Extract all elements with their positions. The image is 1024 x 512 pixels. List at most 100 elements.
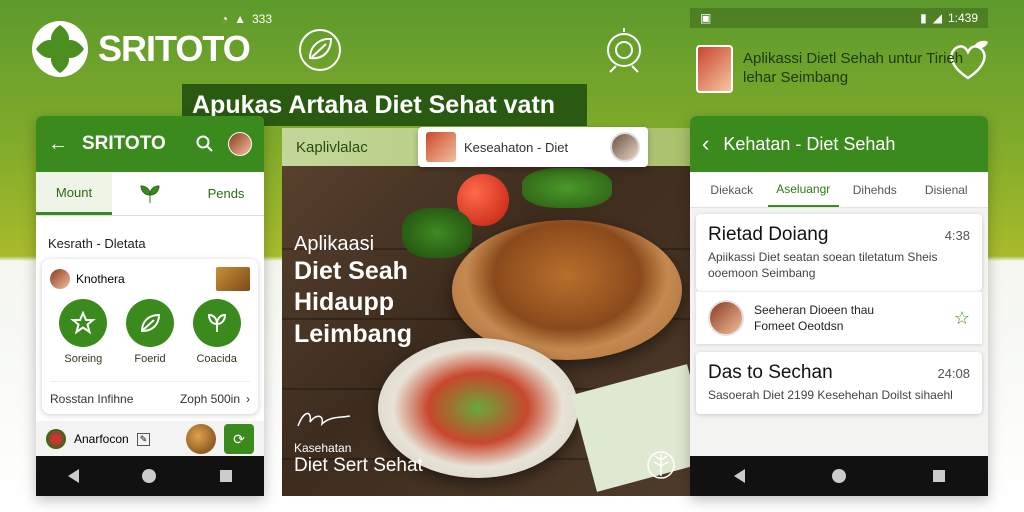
refresh-icon: ⟳	[233, 430, 245, 447]
signature-icon	[297, 412, 351, 427]
leaf-badge-icon	[299, 29, 341, 71]
leaf-badge-icon	[647, 451, 675, 479]
back-arrow-icon[interactable]: ←	[48, 133, 68, 156]
card-time: 4:38	[944, 228, 970, 243]
article-card[interactable]: Rietad Doiang 4:38 Apiikassi Diet seatan…	[696, 214, 982, 292]
card-title: Das to Sechan	[708, 362, 833, 384]
app-bar-title: SRITOTO	[82, 133, 166, 154]
category-label: Soreing	[64, 353, 103, 365]
article-card[interactable]: Das to Sechan 24:08 Sasoerah Diet 2199 K…	[696, 352, 982, 414]
hero-footer: Kasehatan Diet Sert Sehat	[294, 408, 423, 477]
tab-leaf[interactable]	[112, 172, 188, 215]
list-item-title: Seeheran Dioeen thau	[754, 303, 875, 317]
food-thumbnail	[186, 424, 216, 454]
card-time: 24:08	[937, 366, 970, 382]
tab-pends[interactable]: Pends	[188, 172, 264, 215]
nav-home-icon[interactable]	[831, 469, 846, 483]
card-title: Rietad Doiang	[708, 224, 829, 245]
footer-label: Rosstan Infihne	[50, 392, 134, 406]
nav-home-icon[interactable]	[142, 469, 157, 483]
right-phone-screen: ‹ Kehatan - Diet Sehah Diekack Aseluangr…	[690, 116, 988, 496]
nav-back-icon[interactable]	[67, 469, 79, 483]
category-label: Coacida	[196, 353, 237, 365]
app-bar-title: Kehatan - Diet Sehah	[723, 133, 896, 154]
food-hero-panel: Kaplivlalac Aplikaasi Diet Seah Hidaupp …	[282, 128, 690, 496]
avatar[interactable]	[228, 132, 252, 156]
hero-line-3: Leimbang	[294, 319, 413, 348]
avatar	[696, 45, 733, 93]
hero-line-2: Hidaupp	[294, 288, 394, 317]
card-subtitle: Sasoerah Diet 2199 Kesehehan Doilst siha…	[708, 388, 953, 403]
app-bar: ‹ Kehatan - Diet Sehah	[690, 116, 988, 172]
food-thumbnail	[216, 267, 250, 291]
tab-3[interactable]: Dihehds	[839, 172, 911, 207]
avatar	[708, 300, 744, 337]
apple-scale-icon	[607, 28, 641, 73]
search-icon[interactable]	[196, 135, 214, 153]
app-tagline: Aplikassi Dietl Sehah untur Tirieh lehar…	[743, 50, 964, 86]
nav-recent-icon[interactable]	[932, 470, 945, 482]
list-item-subtitle: Fomeet Oeotdsn	[754, 319, 844, 334]
plant-icon	[192, 299, 241, 347]
footer-value: Zoph 500in	[179, 392, 240, 406]
avatar	[610, 132, 640, 162]
category-item[interactable]: Foerid	[125, 299, 174, 365]
category-item[interactable]: Coacida	[192, 299, 241, 365]
user-chip[interactable]: Keseahaton - Diet	[418, 127, 648, 167]
hero-line-1: Diet Seah	[294, 257, 408, 285]
brand-logo-icon	[32, 21, 88, 77]
tab-4[interactable]: Disienal	[911, 172, 983, 207]
app-bar: ← SRITOTO	[36, 116, 264, 172]
tab-bar: Diekack Aseluangr Dihehds Disienal	[690, 172, 988, 208]
category-card: Knothera Soreing Foerid Coacida Rosstan …	[42, 259, 258, 414]
signal-icon: ▲	[234, 12, 246, 26]
leaf-icon	[140, 184, 160, 203]
status-bar-right: ▣ ▮ ◢ 1:439	[690, 8, 988, 28]
tab-bar: Mount Pends	[36, 172, 264, 216]
hero-small-text: Aplikaasi	[294, 233, 375, 255]
status-time: 333	[251, 12, 272, 26]
system-nav-bar	[36, 456, 264, 496]
wifi-icon: ◔	[220, 12, 229, 26]
nav-back-icon[interactable]	[733, 469, 745, 483]
signal-icon: ◢	[932, 11, 942, 25]
refresh-button[interactable]: ⟳	[224, 424, 254, 454]
herbs-image	[522, 168, 612, 208]
edit-icon[interactable]: ✎	[136, 432, 151, 446]
star-icon	[59, 299, 108, 347]
hero-footer-big: Diet Sert Sehat	[294, 455, 423, 476]
battery-icon: ▮	[920, 11, 927, 25]
hero-footer-small: Kasehatan	[294, 441, 352, 455]
card-user-label: Knothera	[76, 272, 125, 286]
back-chevron-icon[interactable]: ‹	[702, 131, 709, 157]
section-label: Kesrath - Dletata	[48, 236, 146, 251]
chip-label: Keseahaton - Diet	[464, 139, 569, 155]
brand-name: SRITOTO	[98, 28, 251, 69]
leaf-icon	[125, 299, 174, 347]
list-item[interactable]: Seeheran Dioeen thau Fomeet Oeotdsn ☆	[696, 291, 982, 345]
card-subtitle: Apiikassi Diet seatan soean tiletatum Sh…	[708, 250, 938, 280]
star-icon[interactable]: ☆	[954, 308, 970, 329]
tab-2[interactable]: Aseluangr	[767, 172, 839, 207]
tab-mount[interactable]: Mount	[36, 172, 112, 215]
tab-1[interactable]: Diekack	[696, 172, 768, 207]
list-item[interactable]: Anarfocon ✎ ⟳	[36, 421, 264, 457]
status-bar-left: ◔ ▲ 333	[182, 10, 272, 28]
card-footer[interactable]: Rosstan Infihne Zoph 500in ›	[50, 381, 250, 406]
system-nav-bar	[690, 456, 988, 496]
chevron-right-icon: ›	[246, 392, 250, 406]
avatar	[50, 269, 70, 289]
greens-image	[402, 208, 472, 258]
status-time: 1:439	[947, 11, 978, 25]
left-phone-screen: ← SRITOTO Mount Pends Kesrath - Dletata …	[36, 116, 264, 496]
notification-icon: ▣	[700, 11, 712, 25]
right-app-header: Aplikassi Dietl Sehah untur Tirieh lehar…	[690, 34, 990, 104]
category-list: Soreing Foerid Coacida	[50, 299, 250, 365]
avatar	[46, 429, 66, 449]
category-item[interactable]: Soreing	[59, 299, 108, 365]
category-label: Foerid	[134, 353, 166, 365]
hero-title: Aplikaasi Diet Seah Hidaupp Leimbang	[294, 232, 412, 350]
nav-recent-icon[interactable]	[220, 470, 233, 482]
card-header: Knothera	[50, 267, 250, 291]
list-item-label: Anarfocon	[74, 432, 129, 446]
